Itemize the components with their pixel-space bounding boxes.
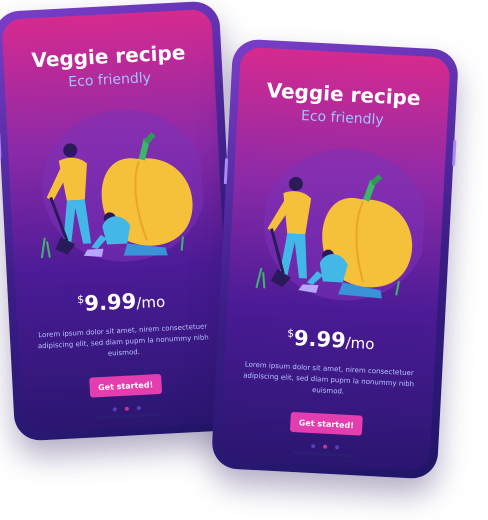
price-label: $9.99/mo	[16, 284, 227, 319]
phone-side-button	[452, 140, 457, 167]
price-period: /mo	[345, 333, 375, 354]
get-started-button[interactable]: Get started!	[289, 411, 363, 436]
card-description: Lorem ipsum dolor sit amet, nirem consec…	[37, 322, 209, 358]
phone-side-button	[0, 131, 2, 159]
page-dot[interactable]	[112, 407, 117, 412]
price-amount: 9.99	[293, 325, 347, 353]
phone-mockup-left: Veggie recipe Eco friendly $9.99/mo Lore…	[0, 0, 242, 442]
page-dot[interactable]	[335, 445, 340, 450]
gardening-illustration-icon	[40, 109, 207, 262]
home-indicator	[292, 451, 357, 458]
price-amount: 9.99	[83, 289, 137, 316]
gardening-illustration-icon	[255, 148, 428, 301]
card-description: Lorem ipsum dolor sit amet, nirem consec…	[243, 360, 415, 396]
home-indicator	[95, 413, 160, 420]
page-dot[interactable]	[136, 406, 141, 411]
page-dot[interactable]	[311, 444, 316, 449]
mockup-stage: Veggie recipe Eco friendly $9.99/mo Lore…	[0, 0, 488, 520]
get-started-button[interactable]: Get started!	[89, 373, 163, 398]
price-label: $9.99/mo	[225, 322, 436, 357]
phone-side-button	[223, 158, 229, 185]
phone-mockup-right: Veggie recipe Eco friendly $9.99/mo Lore…	[210, 38, 460, 480]
page-dot-active[interactable]	[124, 406, 129, 411]
phone-screen: Veggie recipe Eco friendly $9.99/mo Lore…	[1, 8, 233, 434]
page-dot-active[interactable]	[323, 444, 328, 449]
phone-screen: Veggie recipe Eco friendly $9.99/mo Lore…	[219, 46, 451, 472]
price-period: /mo	[135, 292, 166, 313]
